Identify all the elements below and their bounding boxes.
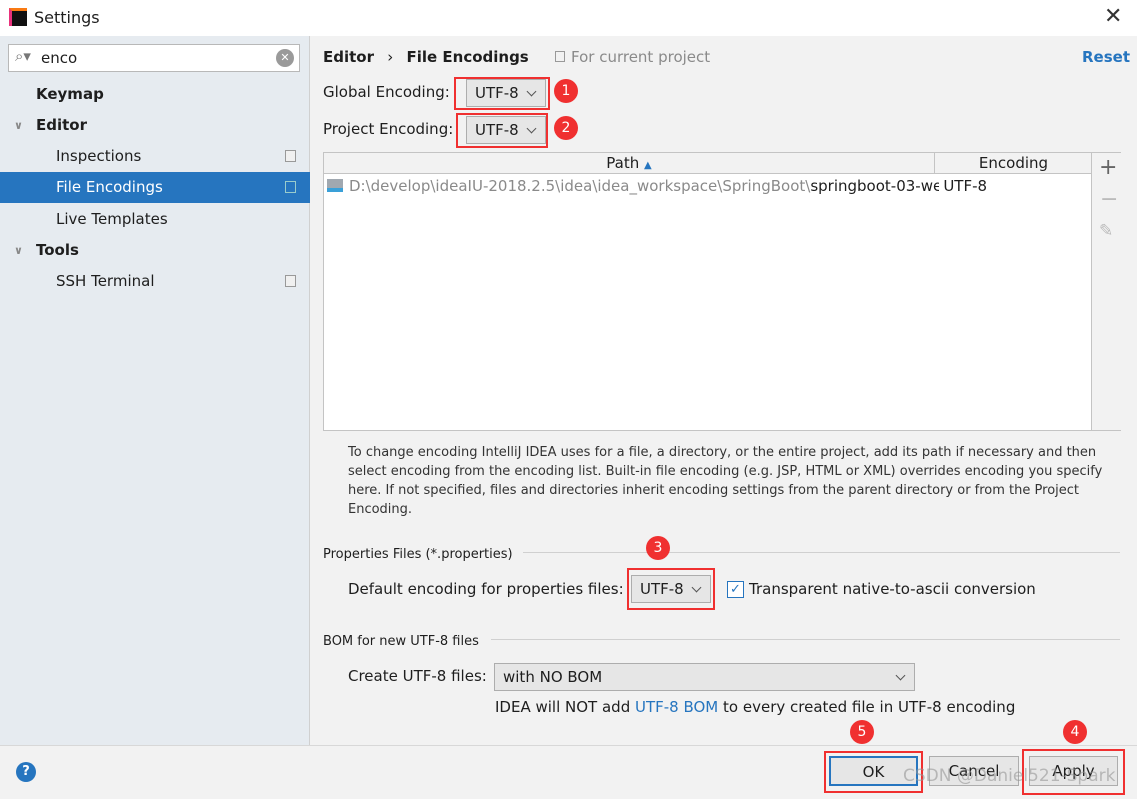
- search-icon: ⌕▾: [15, 47, 31, 65]
- project-encoding-select[interactable]: UTF-8: [466, 116, 546, 144]
- remove-icon[interactable]: −: [1100, 187, 1118, 212]
- sidebar-item-label: Live Templates: [56, 210, 168, 228]
- sidebar-item-ssh-terminal[interactable]: SSH Terminal: [0, 266, 310, 297]
- intellij-logo-icon: [9, 8, 27, 26]
- scope-text: For current project: [571, 48, 711, 66]
- sidebar-item-keymap[interactable]: Keymap: [0, 79, 310, 110]
- sort-ascending-icon: ▲: [644, 160, 652, 171]
- project-scope-icon: [285, 275, 296, 287]
- sidebar-item-file-encodings[interactable]: File Encodings: [0, 172, 310, 203]
- project-scope-icon: [555, 51, 565, 62]
- sidebar-item-label: Keymap: [36, 85, 104, 103]
- reset-link[interactable]: Reset: [1082, 48, 1130, 66]
- window-title: Settings: [34, 8, 100, 27]
- table-header: Path ▲ Encoding: [324, 153, 1091, 174]
- folder-icon: [327, 179, 343, 192]
- bom-note: IDEA will NOT add UTF-8 BOM to every cre…: [495, 698, 1015, 716]
- annotation-badge: 2: [554, 116, 578, 140]
- divider: [491, 639, 1120, 640]
- annotation-badge: 1: [554, 79, 578, 103]
- add-icon[interactable]: +: [1099, 155, 1117, 180]
- native-to-ascii-checkbox[interactable]: ✓: [727, 581, 744, 598]
- bom-select[interactable]: with NO BOM: [494, 663, 915, 691]
- breadcrumb-editor[interactable]: Editor: [323, 48, 374, 66]
- title-bar: Settings ✕: [0, 0, 1137, 36]
- annotation-badge: 4: [1063, 720, 1087, 744]
- divider: [523, 552, 1120, 553]
- bom-section-title: BOM for new UTF-8 files: [323, 634, 479, 649]
- sidebar-item-inspections[interactable]: Inspections: [0, 141, 310, 172]
- sidebar-item-label: SSH Terminal: [56, 272, 155, 290]
- chevron-right-icon: ›: [387, 48, 394, 66]
- note-text: IDEA will NOT add: [495, 698, 635, 716]
- column-header-encoding[interactable]: Encoding: [936, 153, 1091, 174]
- utf8-bom-link[interactable]: UTF-8 BOM: [635, 698, 718, 716]
- project-encoding-label: Project Encoding:: [323, 120, 454, 138]
- column-title: Path: [606, 154, 640, 172]
- global-encoding-select[interactable]: UTF-8: [466, 79, 546, 107]
- chevron-down-icon: ∨: [14, 119, 23, 132]
- help-text: To change encoding IntelliJ IDEA uses fo…: [348, 445, 1103, 517]
- path-name: springboot-03-we: [810, 177, 940, 195]
- sidebar-item-live-templates[interactable]: Live Templates: [0, 204, 310, 235]
- native-to-ascii-label[interactable]: Transparent native-to-ascii conversion: [749, 580, 1036, 598]
- search-input[interactable]: ⌕▾ enco ✕: [8, 44, 300, 72]
- annotation-badge: 5: [850, 720, 874, 744]
- properties-section-title: Properties Files (*.properties): [323, 547, 513, 562]
- sidebar-item-label: File Encodings: [56, 178, 163, 196]
- breadcrumb: Editor › File Encodings: [323, 48, 529, 66]
- select-value: with NO BOM: [503, 668, 603, 686]
- edit-icon[interactable]: ✎: [1099, 221, 1113, 241]
- help-icon[interactable]: ?: [16, 762, 36, 782]
- encoding-table: Path ▲ Encoding D:\develop\ideaIU-2018.2…: [323, 152, 1121, 431]
- table-row[interactable]: D:\develop\ideaIU-2018.2.5\idea\idea_wor…: [327, 177, 1091, 195]
- properties-encoding-label: Default encoding for properties files:: [348, 580, 624, 598]
- project-scope-icon: [285, 150, 296, 162]
- properties-encoding-select[interactable]: UTF-8: [631, 575, 711, 603]
- select-value: UTF-8: [475, 121, 519, 139]
- chevron-down-icon: ∨: [14, 244, 23, 257]
- project-scope-icon: [285, 181, 296, 193]
- clear-icon[interactable]: ✕: [276, 49, 294, 67]
- table-toolbar: + − ✎: [1091, 153, 1121, 430]
- scope-label: For current project: [555, 48, 710, 66]
- row-encoding[interactable]: UTF-8: [943, 177, 987, 195]
- global-encoding-label: Global Encoding:: [323, 83, 450, 101]
- close-icon[interactable]: ✕: [1104, 4, 1122, 29]
- sidebar-item-tools[interactable]: ∨ Tools: [0, 235, 310, 266]
- annotation-badge: 3: [646, 536, 670, 560]
- select-value: UTF-8: [640, 580, 684, 598]
- sidebar-item-label: Tools: [36, 241, 79, 259]
- watermark: CSDN @Daniel521-Spark: [903, 766, 1116, 786]
- select-value: UTF-8: [475, 84, 519, 102]
- sidebar-item-label: Inspections: [56, 147, 142, 165]
- create-utf8-label: Create UTF-8 files:: [348, 667, 487, 685]
- search-value: enco: [41, 49, 78, 67]
- path-prefix: D:\develop\ideaIU-2018.2.5\idea\idea_wor…: [349, 177, 811, 195]
- sidebar-item-editor[interactable]: ∨ Editor: [0, 110, 310, 141]
- breadcrumb-file-encodings: File Encodings: [406, 48, 529, 66]
- column-header-path[interactable]: Path ▲: [324, 153, 935, 174]
- note-text: to every created file in UTF-8 encoding: [718, 698, 1016, 716]
- sidebar-item-label: Editor: [36, 116, 87, 134]
